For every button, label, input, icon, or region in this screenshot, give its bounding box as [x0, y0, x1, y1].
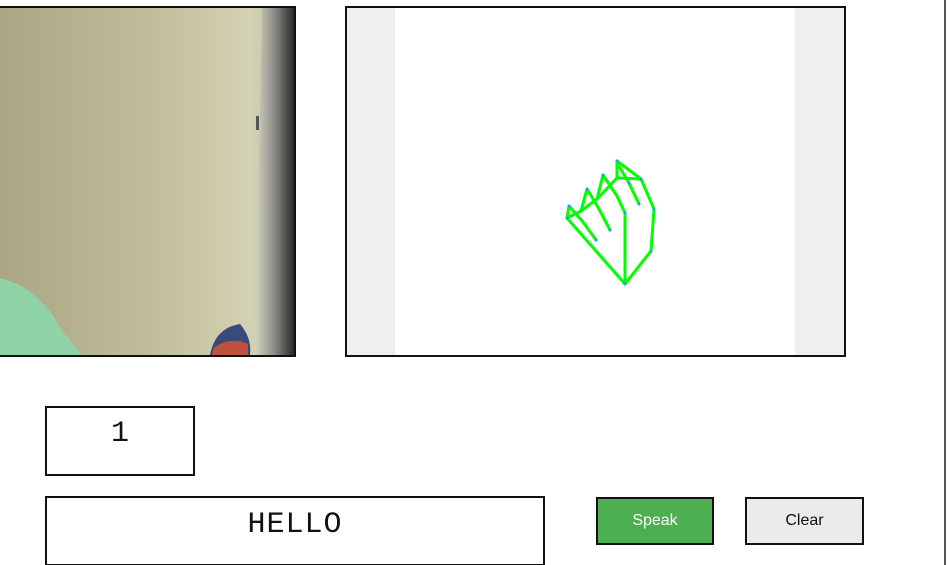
sentence-display: HELLO	[45, 496, 545, 565]
current-character-text: 1	[110, 417, 129, 451]
webcam-frame-image	[0, 8, 294, 355]
sentence-text: HELLO	[247, 508, 343, 542]
current-character-display: 1	[45, 406, 195, 476]
sign-language-app: 1 HELLO Speak Clear	[0, 0, 948, 565]
hand-skeleton-canvas	[345, 6, 846, 357]
speak-button[interactable]: Speak	[596, 497, 714, 545]
window-right-edge	[944, 0, 946, 565]
hand-landmark-skeleton-icon	[565, 159, 656, 286]
clear-button[interactable]: Clear	[745, 497, 864, 545]
webcam-feed	[0, 6, 296, 357]
